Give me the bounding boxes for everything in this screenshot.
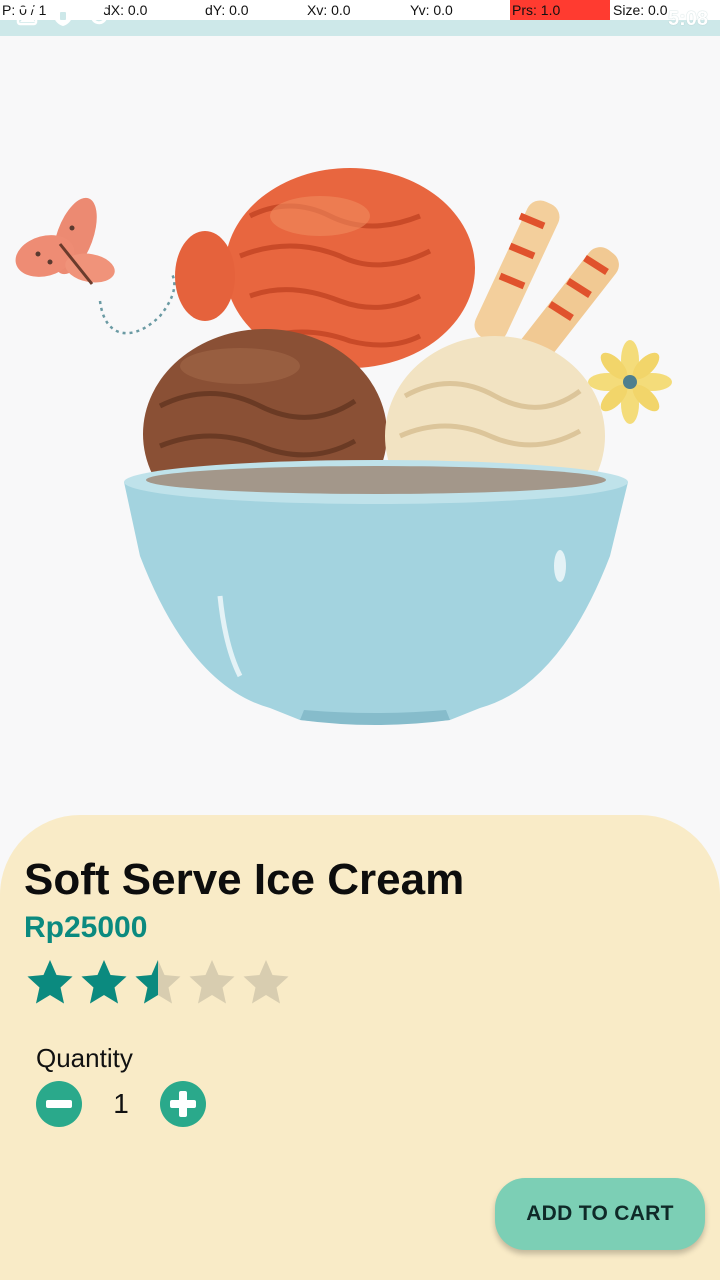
star-icon[interactable] bbox=[240, 957, 292, 1009]
star-icon[interactable] bbox=[78, 957, 130, 1009]
shield-icon bbox=[54, 6, 72, 26]
increase-quantity-button[interactable] bbox=[160, 1081, 206, 1127]
ice-cream-bowl-image bbox=[15, 168, 672, 725]
rating-stars[interactable] bbox=[24, 957, 292, 1009]
debug-size: Size: 0.0 bbox=[613, 2, 668, 18]
butterfly-decoration bbox=[15, 197, 176, 335]
debug-xv: Xv: 0.0 bbox=[307, 2, 351, 18]
product-price: Rp25000 bbox=[24, 911, 148, 944]
debug-yv: Yv: 0.0 bbox=[410, 2, 453, 18]
product-details-sheet: Soft Serve Ice Cream Rp25000 Quantity 1 … bbox=[0, 815, 720, 1280]
decrease-quantity-button[interactable] bbox=[36, 1081, 82, 1127]
star-icon[interactable] bbox=[24, 957, 76, 1009]
quantity-value: 1 bbox=[113, 1088, 129, 1119]
bowl bbox=[124, 460, 628, 725]
status-bar: P: 0 / 1 dX: 0.0 dY: 0.0 Xv: 0.0 Yv: 0.0… bbox=[0, 0, 720, 36]
minus-icon bbox=[46, 1100, 72, 1108]
quantity-label: Quantity bbox=[36, 1043, 133, 1073]
quantity-stepper: 1 bbox=[36, 1081, 206, 1127]
add-to-cart-button[interactable]: ADD TO CART bbox=[495, 1178, 705, 1250]
product-title: Soft Serve Ice Cream bbox=[24, 855, 465, 904]
star-icon[interactable] bbox=[132, 957, 184, 1009]
plus-icon-vertical bbox=[179, 1091, 187, 1117]
star-icon[interactable] bbox=[186, 957, 238, 1009]
debug-prs: Prs: 1.0 bbox=[510, 0, 610, 20]
sync-icon bbox=[90, 7, 108, 25]
product-image bbox=[0, 36, 720, 816]
clock: 5:08 bbox=[667, 8, 708, 30]
image-icon bbox=[16, 6, 38, 26]
debug-dy: dY: 0.0 bbox=[205, 2, 249, 18]
